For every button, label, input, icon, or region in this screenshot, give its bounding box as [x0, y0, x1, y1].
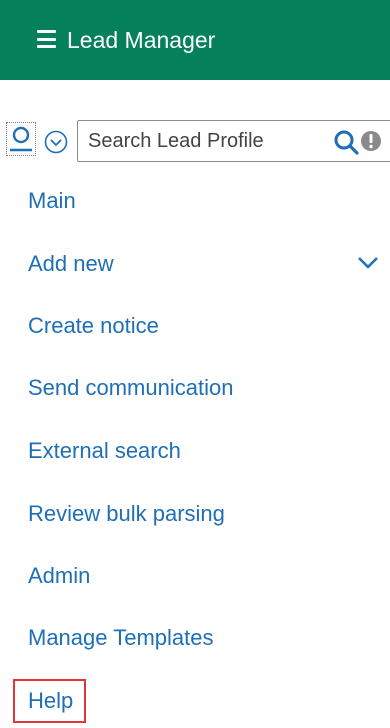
- app-title: Lead Manager: [67, 27, 216, 53]
- chevron-down-icon[interactable]: [357, 256, 379, 270]
- nav-item-manage-templates[interactable]: Manage Templates: [28, 624, 214, 652]
- user-icon-button[interactable]: [6, 122, 36, 156]
- app-header: Lead Manager: [0, 0, 390, 80]
- nav-item-main[interactable]: Main: [28, 187, 76, 215]
- user-icon: [10, 126, 32, 152]
- nav-item-admin[interactable]: Admin: [28, 562, 90, 590]
- nav-item-add-new[interactable]: Add new: [28, 250, 114, 278]
- nav-item-review-bulk-parsing[interactable]: Review bulk parsing: [28, 500, 225, 528]
- nav-item-external-search[interactable]: External search: [28, 437, 181, 465]
- search-box: [77, 120, 390, 162]
- circle-chevron-down-icon[interactable]: [44, 130, 68, 154]
- hamburger-menu-icon[interactable]: [37, 30, 56, 48]
- search-icon[interactable]: [333, 129, 359, 155]
- nav-item-create-notice[interactable]: Create notice: [28, 312, 159, 340]
- search-toolbar: [0, 116, 390, 166]
- nav-item-help[interactable]: Help: [28, 687, 73, 715]
- search-input[interactable]: [88, 121, 323, 161]
- nav-item-send-communication[interactable]: Send communication: [28, 374, 233, 402]
- info-icon[interactable]: [360, 130, 382, 152]
